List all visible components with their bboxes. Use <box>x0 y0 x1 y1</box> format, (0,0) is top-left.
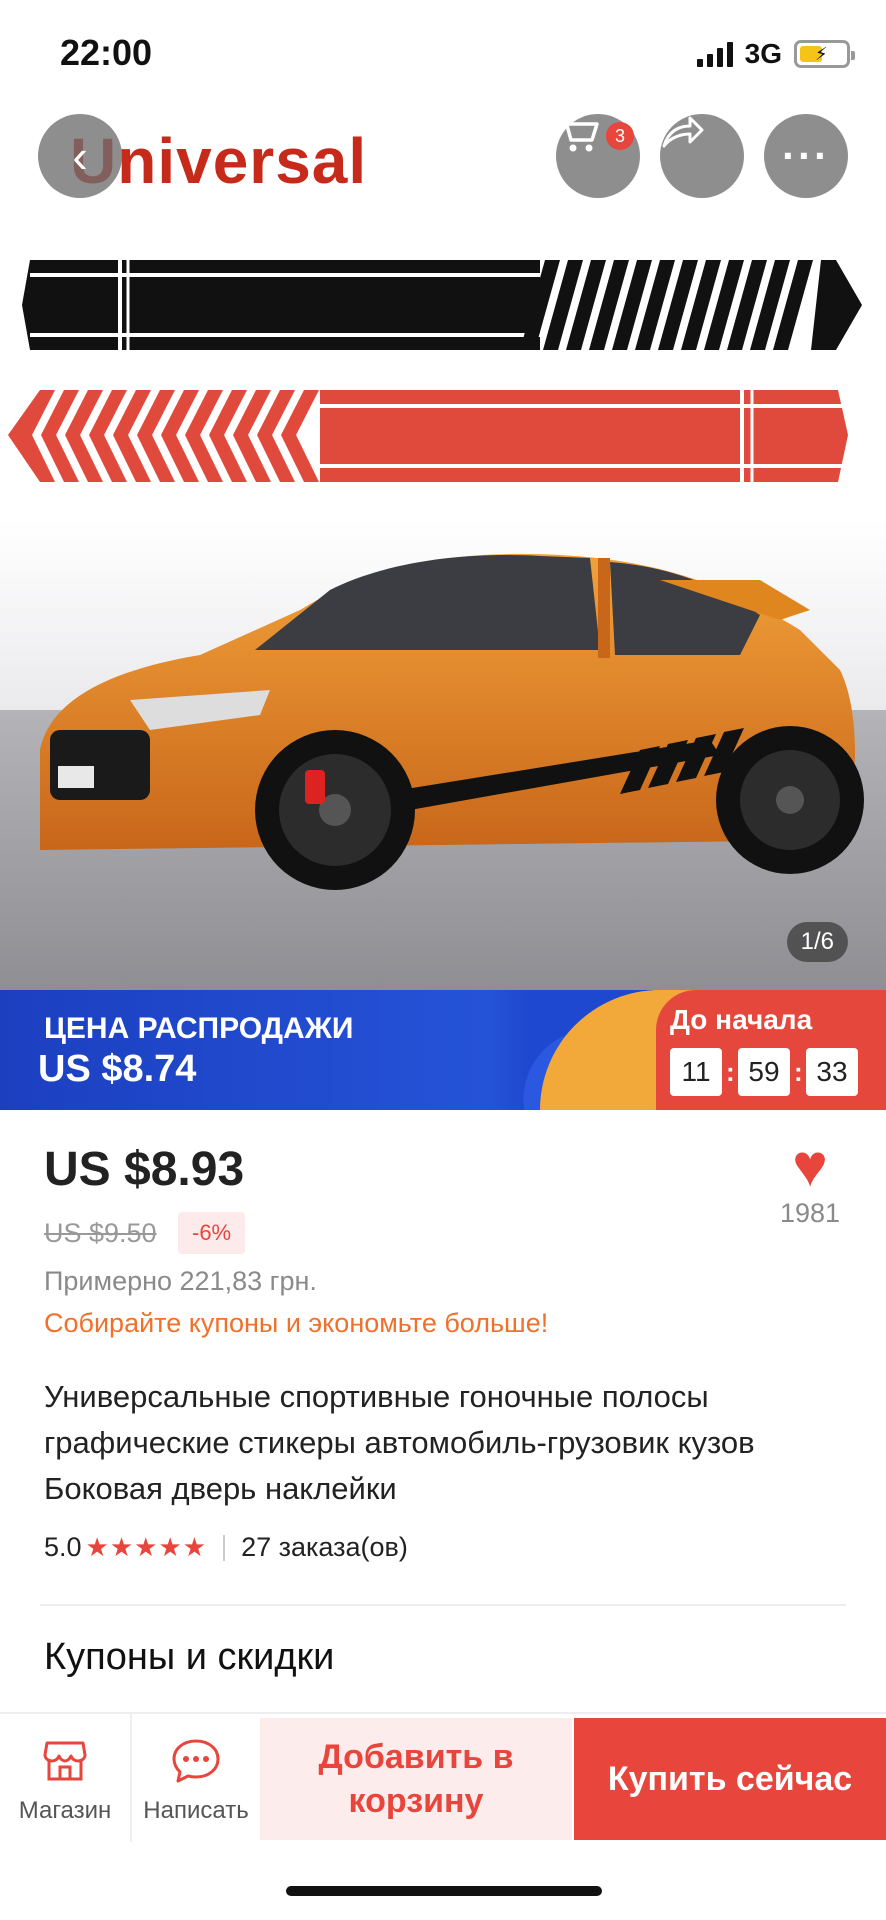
more-icon: ··· <box>782 132 830 179</box>
store-button[interactable]: Магазин <box>0 1714 130 1842</box>
collect-coupons-link[interactable]: Собирайте купоны и экономьте больше! <box>44 1308 548 1339</box>
flash-sale-banner: ЦЕНА РАСПРОДАЖИ US $8.74 До начала 11 : … <box>0 990 886 1110</box>
message-seller-button[interactable]: Написать <box>130 1714 260 1842</box>
store-label: Магазин <box>18 1797 112 1824</box>
star-rating-icon: ★★★★★ <box>85 1532 208 1562</box>
product-image <box>0 260 886 990</box>
back-button[interactable]: ‹ <box>38 114 122 198</box>
status-time: 22:00 <box>60 32 153 73</box>
heart-icon: ♥ <box>792 1132 828 1199</box>
coupons-section-title[interactable]: Купоны и скидки <box>44 1636 334 1679</box>
countdown-timer: 11 : 59 : 33 <box>670 1048 858 1096</box>
rating-row[interactable]: 5.0 ★★★★★ 27 заказа(ов) <box>44 1532 408 1563</box>
more-button[interactable]: ··· <box>764 114 848 198</box>
product-price: US $8.93 <box>44 1143 245 1196</box>
status-indicators: 3G ⚡ <box>696 38 855 70</box>
wishlist-count: 1981 <box>779 1198 841 1228</box>
bottom-action-bar: Магазин Написать Добавить в корзину Купи… <box>0 1712 886 1842</box>
chevron-left-icon: ‹ <box>72 130 88 182</box>
store-icon <box>43 1741 87 1781</box>
message-label: Написать <box>143 1797 249 1824</box>
rating-value: 5.0 <box>44 1532 82 1562</box>
sale-title: ЦЕНА РАСПРОДАЖИ <box>44 1012 354 1045</box>
countdown-seconds: 33 <box>806 1048 858 1096</box>
product-title: Универсальные спортивные гоночные полосы… <box>44 1379 755 1506</box>
orders-count: 27 заказа(ов) <box>241 1532 408 1562</box>
approx-local-price: Примерно 221,83 грн. <box>44 1266 317 1296</box>
black-stripe-graphic <box>22 260 862 350</box>
countdown-minutes: 59 <box>738 1048 790 1096</box>
discount-badge: -6% <box>178 1212 246 1254</box>
product-image-gallery[interactable]: Universal ‹ 3 ··· 1/6 <box>0 110 886 990</box>
status-bar: 22:00 3G ⚡ <box>0 0 886 110</box>
red-stripe-graphic <box>8 390 848 482</box>
signal-icon <box>696 41 733 67</box>
cart-button[interactable]: 3 <box>556 114 640 198</box>
divider <box>40 1604 846 1606</box>
chat-icon <box>172 1739 220 1783</box>
original-price: US $9.50 <box>44 1218 157 1248</box>
cart-count-badge: 3 <box>606 122 634 150</box>
network-type: 3G <box>744 38 782 69</box>
cart-icon <box>556 116 599 152</box>
buy-now-button[interactable]: Купить сейчас <box>574 1718 886 1840</box>
countdown-label: До начала <box>670 1004 813 1035</box>
share-button[interactable] <box>660 114 744 198</box>
wishlist-button[interactable]: ♥ 1981 <box>770 1136 850 1229</box>
add-to-cart-button[interactable]: Добавить в корзину <box>260 1718 572 1840</box>
image-counter: 1/6 <box>786 922 848 962</box>
battery-icon: ⚡ <box>794 40 855 68</box>
home-indicator[interactable] <box>286 1886 602 1896</box>
sale-price: US $8.74 <box>38 1048 197 1090</box>
share-icon <box>662 116 704 148</box>
countdown-hours: 11 <box>670 1048 722 1096</box>
